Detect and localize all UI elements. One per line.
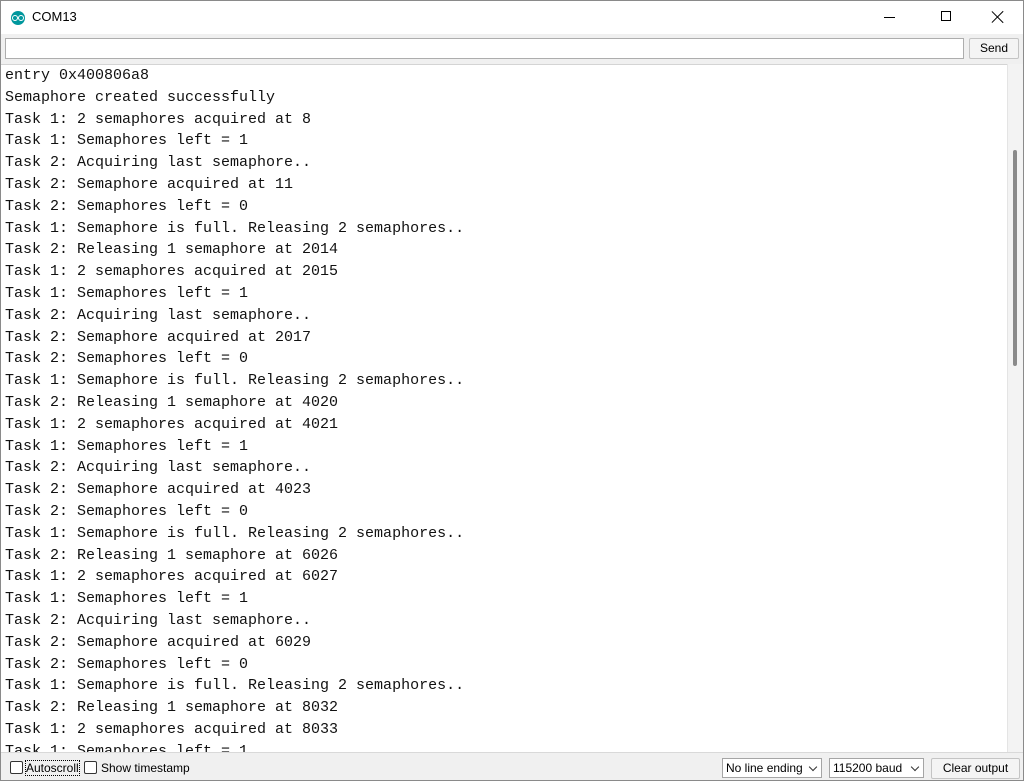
output-line: Semaphore created successfully xyxy=(5,88,276,106)
output-line: Task 1: Semaphore is full. Releasing 2 s… xyxy=(5,677,465,695)
output-line: Task 2: Semaphores left = 0 xyxy=(5,350,249,368)
chevron-down-icon xyxy=(910,762,920,772)
output-line: Task 2: Acquiring last semaphore.. xyxy=(5,459,312,477)
autoscroll-label[interactable]: Autoscroll xyxy=(25,760,80,776)
status-bar: Autoscroll Show timestamp No line ending… xyxy=(1,752,1023,780)
output-line: Task 2: Semaphores left = 0 xyxy=(5,655,249,673)
serial-output[interactable]: entry 0x400806a8 Semaphore created succes… xyxy=(1,64,1007,752)
send-input[interactable] xyxy=(5,38,964,59)
output-line: Task 2: Semaphores left = 0 xyxy=(5,197,249,215)
output-line: Task 2: Semaphore acquired at 4023 xyxy=(5,481,312,499)
output-line: Task 2: Releasing 1 semaphore at 4020 xyxy=(5,394,339,411)
output-line: Task 1: 2 semaphores acquired at 8033 xyxy=(5,721,339,738)
output-line: Task 2: Acquiring last semaphore.. xyxy=(5,306,312,324)
output-line: Task 1: Semaphores left = 1 xyxy=(5,132,249,150)
output-line: Task 1: Semaphore is full. Releasing 2 s… xyxy=(5,372,465,390)
output-line: Task 1: 2 semaphores acquired at 4021 xyxy=(5,415,339,433)
output-line: entry 0x400806a8 xyxy=(5,67,150,84)
output-line: Task 1: 2 semaphores acquired at 8 xyxy=(5,110,312,128)
clear-output-button[interactable]: Clear output xyxy=(931,758,1020,779)
window-title: COM13 xyxy=(32,9,77,24)
output-line: Task 1: Semaphores left = 1 xyxy=(5,285,249,302)
chevron-down-icon xyxy=(808,762,818,772)
serial-monitor-window: COM13 Send entry 0x400806a8 Semaphore cre… xyxy=(0,0,1024,781)
output-line: Task 2: Semaphores left = 0 xyxy=(5,503,249,520)
output-line: Task 2: Acquiring last semaphore.. xyxy=(5,154,312,172)
output-line: Task 1: Semaphores left = 1 xyxy=(5,437,249,455)
show-timestamp-label[interactable]: Show timestamp xyxy=(101,761,190,775)
autoscroll-checkbox[interactable] xyxy=(10,761,23,774)
output-scrollbar[interactable] xyxy=(1007,64,1023,752)
minimize-button[interactable] xyxy=(867,1,913,34)
output-line: Task 1: Semaphore is full. Releasing 2 s… xyxy=(5,219,465,237)
output-line: Task 2: Semaphore acquired at 2017 xyxy=(5,328,312,346)
send-button[interactable]: Send xyxy=(969,38,1019,59)
maximize-icon xyxy=(941,11,951,21)
minimize-icon xyxy=(884,17,895,18)
output-line: Task 2: Releasing 1 semaphore at 2014 xyxy=(5,241,339,259)
output-line: Task 1: Semaphores left = 1 xyxy=(5,590,249,608)
line-ending-value: No line ending xyxy=(726,761,803,775)
output-line: Task 2: Releasing 1 semaphore at 8032 xyxy=(5,699,339,717)
baud-rate-value: 115200 baud xyxy=(833,761,903,775)
close-icon xyxy=(992,11,1004,23)
output-line: Task 1: 2 semaphores acquired at 6027 xyxy=(5,568,339,586)
baud-rate-select[interactable]: 115200 baud xyxy=(829,758,924,778)
title-bar[interactable]: COM13 xyxy=(1,1,1023,34)
output-line: Task 1: Semaphore is full. Releasing 2 s… xyxy=(5,524,465,542)
scrollbar-thumb[interactable] xyxy=(1013,150,1017,366)
output-line: Task 2: Semaphore acquired at 6029 xyxy=(5,633,312,651)
output-line: Task 1: Semaphores left = 1 xyxy=(5,742,249,752)
arduino-icon xyxy=(11,11,25,25)
output-line: Task 1: 2 semaphores acquired at 2015 xyxy=(5,263,339,281)
maximize-button[interactable] xyxy=(923,1,969,34)
close-button[interactable] xyxy=(975,1,1021,34)
output-line: Task 2: Acquiring last semaphore.. xyxy=(5,612,312,629)
line-ending-select[interactable]: No line ending xyxy=(722,758,822,778)
output-line: Task 2: Semaphore acquired at 11 xyxy=(5,176,294,193)
output-line: Task 2: Releasing 1 semaphore at 6026 xyxy=(5,546,339,564)
show-timestamp-checkbox[interactable] xyxy=(84,761,97,774)
